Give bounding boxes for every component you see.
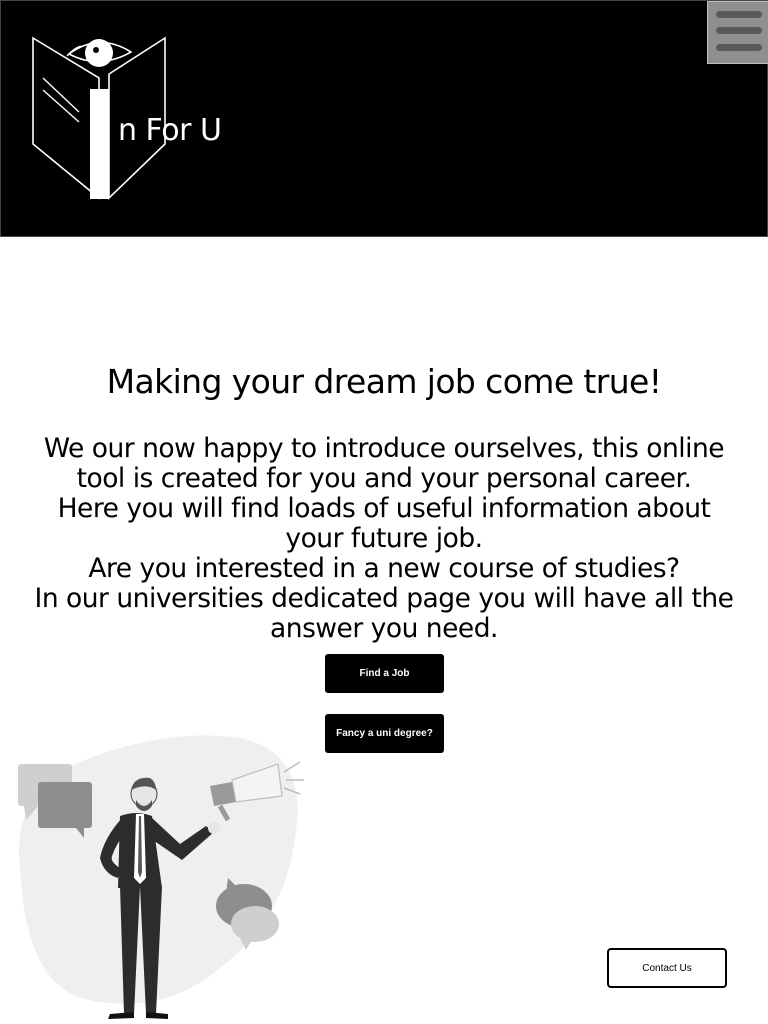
find-job-button[interactable]: Find a Job — [325, 654, 444, 693]
businessman-illustration — [0, 728, 320, 1024]
intro-line: Here you will find loads of useful infor… — [57, 493, 711, 524]
intro-line: In our universities dedicated page you w… — [34, 583, 734, 614]
intro-line: your future job. — [285, 523, 483, 554]
intro-line: Are you interested in a new course of st… — [88, 553, 680, 584]
intro-line: answer you need. — [270, 613, 498, 644]
logo-text: n For U — [118, 113, 222, 148]
intro-line: We our now happy to introduce ourselves,… — [43, 433, 725, 464]
intro-line: tool is created for you and your persona… — [76, 463, 692, 494]
contact-us-button[interactable]: Contact Us — [607, 948, 727, 988]
site-header: n For U — [0, 0, 768, 237]
uni-degree-button[interactable]: Fancy a uni degree? — [325, 714, 444, 753]
page-headline: Making your dream job come true! — [106, 362, 662, 401]
intro-text: We our now happy to introduce ourselves,… — [20, 434, 748, 644]
menu-button[interactable] — [707, 1, 768, 64]
